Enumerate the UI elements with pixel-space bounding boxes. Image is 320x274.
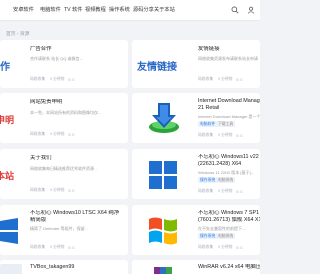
tag-category[interactable]: 电脑软件 [198, 121, 218, 127]
windows-logo-icon [0, 218, 18, 244]
card-time: 0 分钟前 [50, 77, 65, 81]
card-time: 0 分钟前 [50, 245, 65, 249]
card-author: 网络收集 [198, 245, 214, 249]
card-desc: Windows 11 22H2 版本 [基于]… [198, 170, 255, 175]
nav-item-about[interactable]: 关于本站 [154, 6, 175, 13]
card-title[interactable]: 网站免责申明 [30, 99, 125, 106]
card-views: ⊙ 0 [68, 78, 75, 82]
nav-item-android[interactable]: 安卓软件 [13, 6, 34, 13]
card-title-line2[interactable]: 21 Retail [198, 105, 260, 112]
card-views: ⊙ 0 [236, 78, 243, 82]
card-views: ⊙ 0 [236, 190, 243, 194]
post-card-win10-ltsc[interactable]: 不忘初心 Windows10 LTSC X64 纯净 精简版 精简了 Defen… [0, 205, 128, 255]
post-card-idm[interactable]: Internet Download Manager 6 21 Retail In… [132, 93, 260, 143]
card-author: 网络收集 [198, 133, 214, 137]
card-views: ⊙ 0 [68, 246, 75, 250]
post-card-ad[interactable]: 合作 广告合作 合作请联系 站长 QQ 或微信… 网络收集 0 分钟前 ⊙ 0 [0, 40, 128, 88]
thumb-text: 申明 [0, 116, 15, 126]
card-desc: 在不失去兼容性的前提下… [198, 226, 246, 231]
card-thumbnail [146, 159, 180, 191]
post-card-disclaimer[interactable]: 申明 网站免责申明 本一免，本网站所有的资料和图像均仅… 网络收集 0 分钟前 … [0, 93, 128, 143]
card-views: ⊙ 0 [68, 189, 75, 193]
card-title[interactable]: 不忘初心 Windows11 v22 [198, 154, 260, 161]
nav-item-source[interactable]: 源码分享 [133, 6, 154, 13]
card-thumbnail [144, 101, 184, 137]
card-title-line2[interactable]: (22631.2428) X64 [198, 161, 260, 168]
card-author: 网络收集 [30, 77, 46, 81]
card-author: 网络收集 [30, 245, 46, 249]
card-desc: 合作请联系 站长 QQ 或微信… [30, 56, 84, 61]
card-thumbnail: 本站 [0, 153, 22, 195]
card-time: 0 分钟前 [218, 245, 233, 249]
card-desc: Internet Download Manager 是一个… [198, 114, 260, 119]
windows-logo-icon [149, 161, 177, 189]
card-title-line2[interactable]: 精简版 [30, 217, 126, 224]
card-title[interactable]: 关于我们 [30, 155, 125, 162]
card-title[interactable]: TVBox_takagen99 [30, 264, 126, 271]
card-title[interactable]: 不忘初心 Windows10 LTSC X64 纯净 [30, 210, 126, 217]
card-desc: 精简了 Defender 等组件，保留… [30, 226, 89, 231]
card-author: 网络收集 [30, 132, 46, 136]
user-icon[interactable] [247, 6, 255, 14]
breadcrumb: 首页 › 资源 [6, 32, 30, 37]
nav-item-os[interactable]: 操作系统 [109, 6, 130, 13]
card-views: ⊙ 0 [236, 134, 243, 138]
card-desc: 本一免，本网站所有的资料和图像均仅… [30, 110, 102, 115]
card-title[interactable]: 友情链接 [198, 46, 258, 53]
card-title-line2[interactable]: (7601.26713) 旗舰 X64 X1 … [198, 217, 260, 224]
tag-subcategory[interactable]: 电脑系统 [216, 177, 236, 183]
nav-item-pc[interactable]: 电脑软件 [40, 6, 61, 13]
card-author: 网络收集 [198, 189, 214, 193]
card-title[interactable]: WinRAR v6.24 x64 电脑压… [198, 264, 260, 271]
card-thumbnail [0, 213, 22, 249]
card-time: 0 分钟前 [50, 132, 65, 136]
idm-logo-icon [149, 103, 179, 133]
card-title[interactable]: Internet Download Manager 6 [198, 98, 260, 105]
card-time: 0 分钟前 [50, 188, 65, 192]
tag-subcategory[interactable]: 电脑系统 [216, 233, 236, 239]
card-author: 网络收集 [198, 77, 214, 81]
card-desc: 网络收集每日精选推荐优秀软件资源… [30, 166, 98, 171]
post-card-about[interactable]: 本站 关于我们 网络收集每日精选推荐优秀软件资源… 网络收集 0 分钟前 ⊙ 0 [0, 149, 128, 199]
card-thumbnail [146, 264, 180, 274]
tag-category[interactable]: 操作系统 [198, 177, 218, 183]
windows7-logo-icon [149, 217, 177, 245]
card-thumbnail [0, 264, 22, 274]
card-thumbnail [146, 214, 180, 248]
tag-subcategory[interactable]: 下载工具 [216, 121, 236, 127]
winrar-logo-icon [154, 267, 172, 274]
nav-item-tv[interactable]: TV 软件 [64, 6, 82, 13]
post-card-tvbox[interactable]: TVBox_takagen99 [0, 260, 128, 274]
thumb-text: 友情链接 [137, 62, 177, 73]
card-time: 0 分钟前 [218, 189, 233, 193]
card-views: ⊙ 0 [68, 133, 75, 137]
card-views: ⊙ 0 [236, 246, 243, 250]
search-icon[interactable] [231, 6, 239, 14]
post-card-links[interactable]: 友情链接 友情链接 网络收集资源发布请联系站长申请添加… 网络收集 0 分钟前 … [132, 40, 260, 88]
card-thumbnail: 合作 [0, 44, 22, 84]
post-card-winrar[interactable]: WinRAR v6.24 x64 电脑压… [132, 260, 260, 274]
thumb-text: 本站 [0, 172, 15, 182]
card-time: 0 分钟前 [218, 77, 233, 81]
card-thumbnail: 友情链接 [137, 44, 192, 84]
card-title[interactable]: 不忘初心 Windows 7 SP1 [ [198, 210, 260, 217]
card-time: 0 分钟前 [218, 133, 233, 137]
post-card-win11[interactable]: 不忘初心 Windows11 v22 (22631.2428) X64 Wind… [132, 149, 260, 199]
tag-category[interactable]: 操作系统 [198, 233, 218, 239]
nav-item-videos[interactable]: 视频教程 [85, 6, 106, 13]
card-thumbnail: 申明 [0, 97, 22, 139]
card-title[interactable]: 广告合作 [30, 46, 125, 53]
top-nav: 安卓软件 电脑软件 TV 软件 视频教程 操作系统 源码分享 关于本站 [0, 0, 260, 21]
thumb-text: 合作 [0, 62, 10, 73]
post-card-win7[interactable]: 不忘初心 Windows 7 SP1 [ (7601.26713) 旗舰 X64… [132, 205, 260, 255]
card-desc: 网络收集资源发布请联系站长申请添加… [198, 56, 258, 61]
card-author: 网络收集 [30, 188, 46, 192]
